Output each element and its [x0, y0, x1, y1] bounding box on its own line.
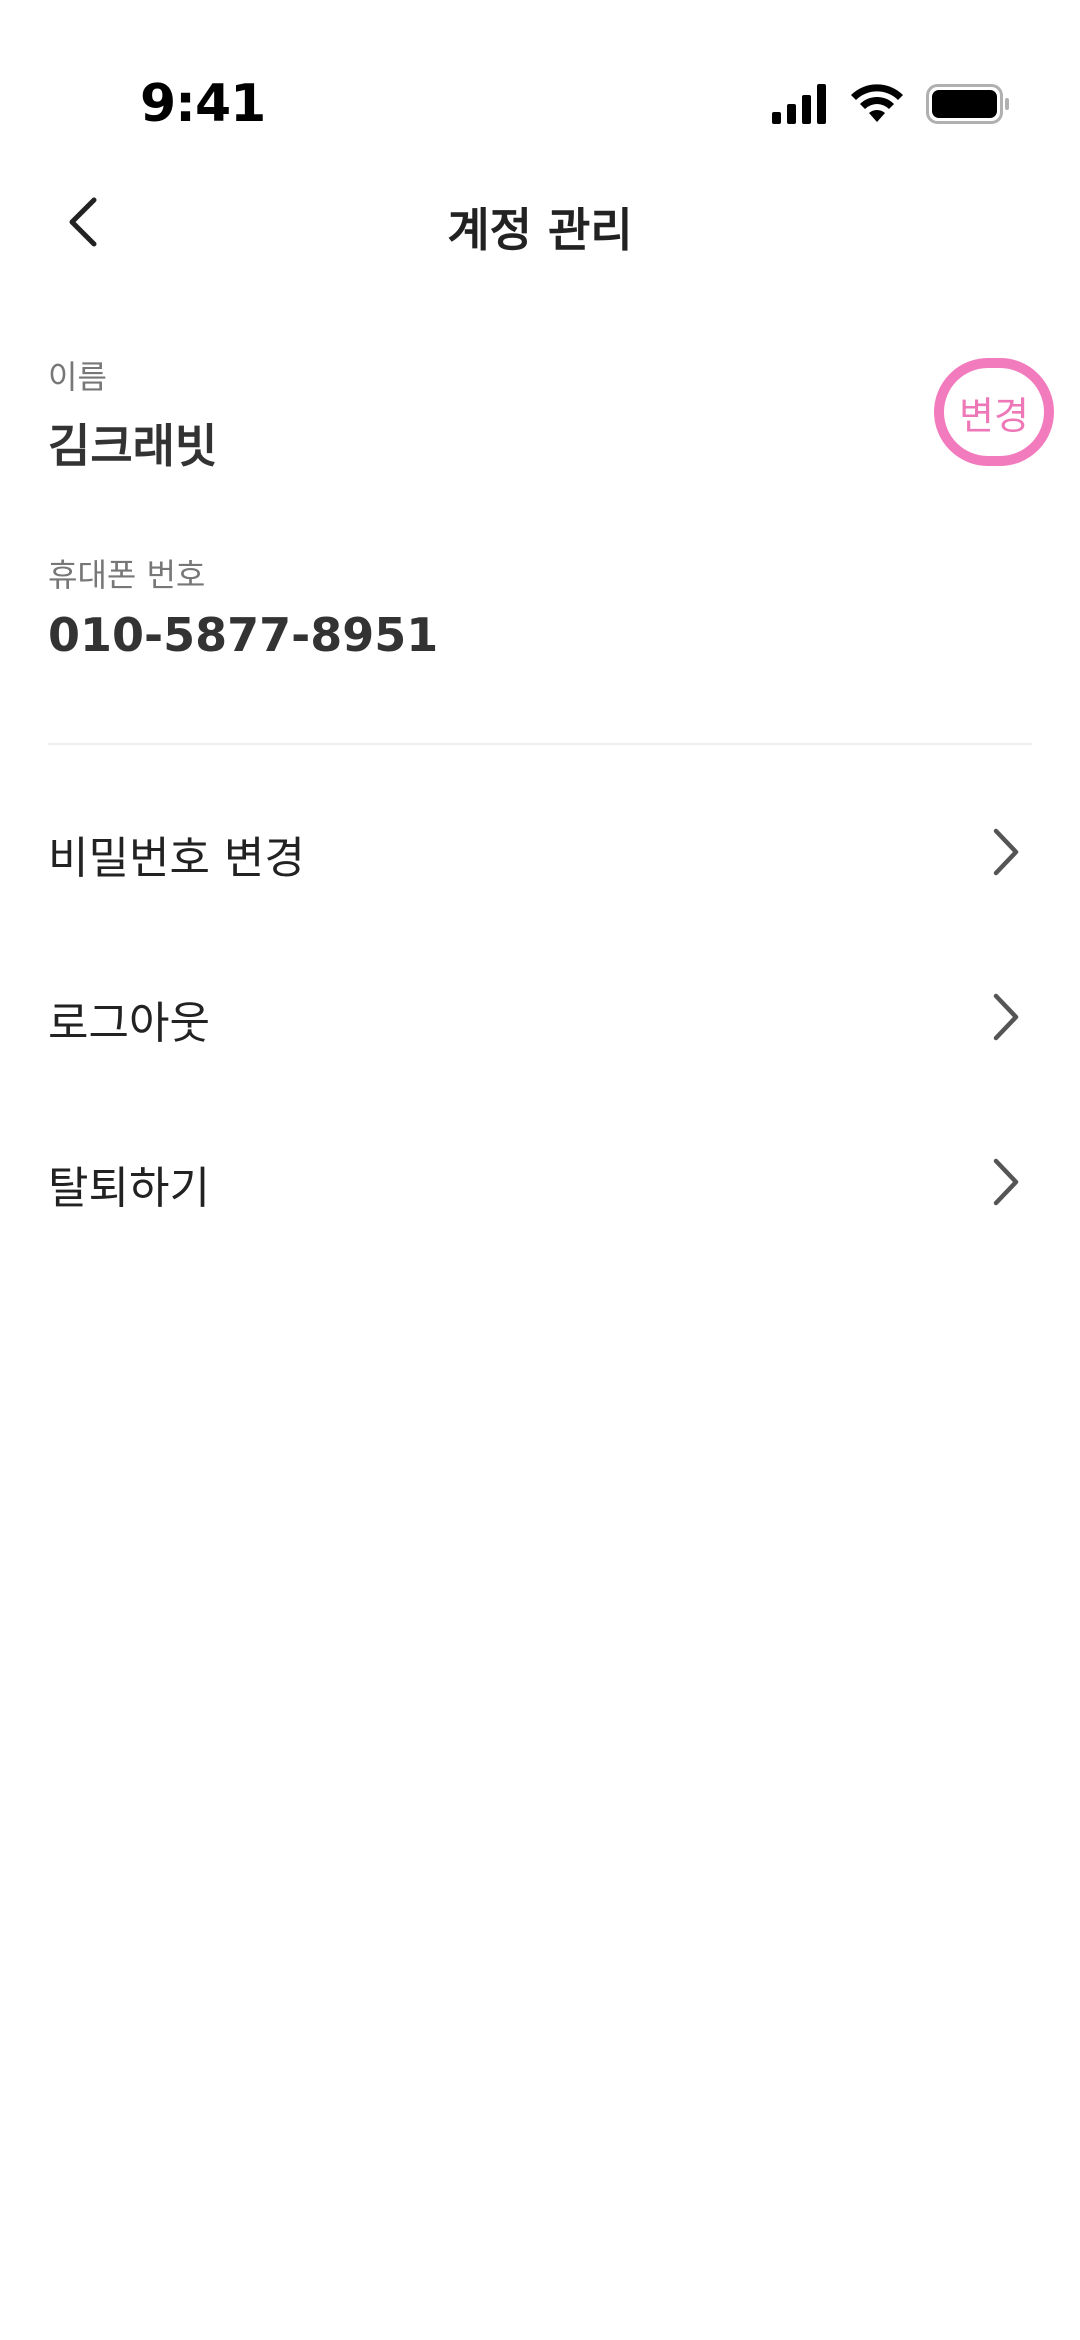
chevron-right-icon	[980, 1156, 1032, 1208]
menu-item-label: 비밀번호 변경	[48, 833, 305, 884]
status-bar: 9:41	[0, 0, 1080, 200]
menu-item-change-password[interactable]: 비밀번호 변경	[0, 792, 1080, 912]
status-icons	[772, 84, 1010, 128]
wifi-icon	[850, 84, 904, 128]
chevron-right-icon	[980, 991, 1032, 1043]
battery-icon	[926, 84, 1010, 128]
section-divider	[48, 743, 1032, 745]
name-value: 김크래빗	[48, 419, 218, 473]
chevron-right-icon	[980, 826, 1032, 878]
signal-icon	[772, 84, 828, 128]
account-management-screen: 9:41 계정 관리 이름 김크래빗 변경 휴대폰 번호 010-5877-89…	[0, 0, 1080, 2340]
phone-value: 010-5877-8951	[48, 608, 439, 662]
change-name-button[interactable]: 변경	[934, 358, 1054, 466]
top-nav: 계정 관리	[0, 180, 1080, 270]
menu-item-label: 로그아웃	[48, 998, 210, 1049]
status-time: 9:41	[140, 74, 266, 134]
menu-item-logout[interactable]: 로그아웃	[0, 957, 1080, 1077]
page-title: 계정 관리	[447, 203, 633, 257]
name-label: 이름	[48, 358, 107, 396]
menu-item-label: 탈퇴하기	[48, 1163, 210, 1214]
menu-item-withdraw[interactable]: 탈퇴하기	[0, 1122, 1080, 1242]
phone-label: 휴대폰 번호	[48, 556, 206, 594]
